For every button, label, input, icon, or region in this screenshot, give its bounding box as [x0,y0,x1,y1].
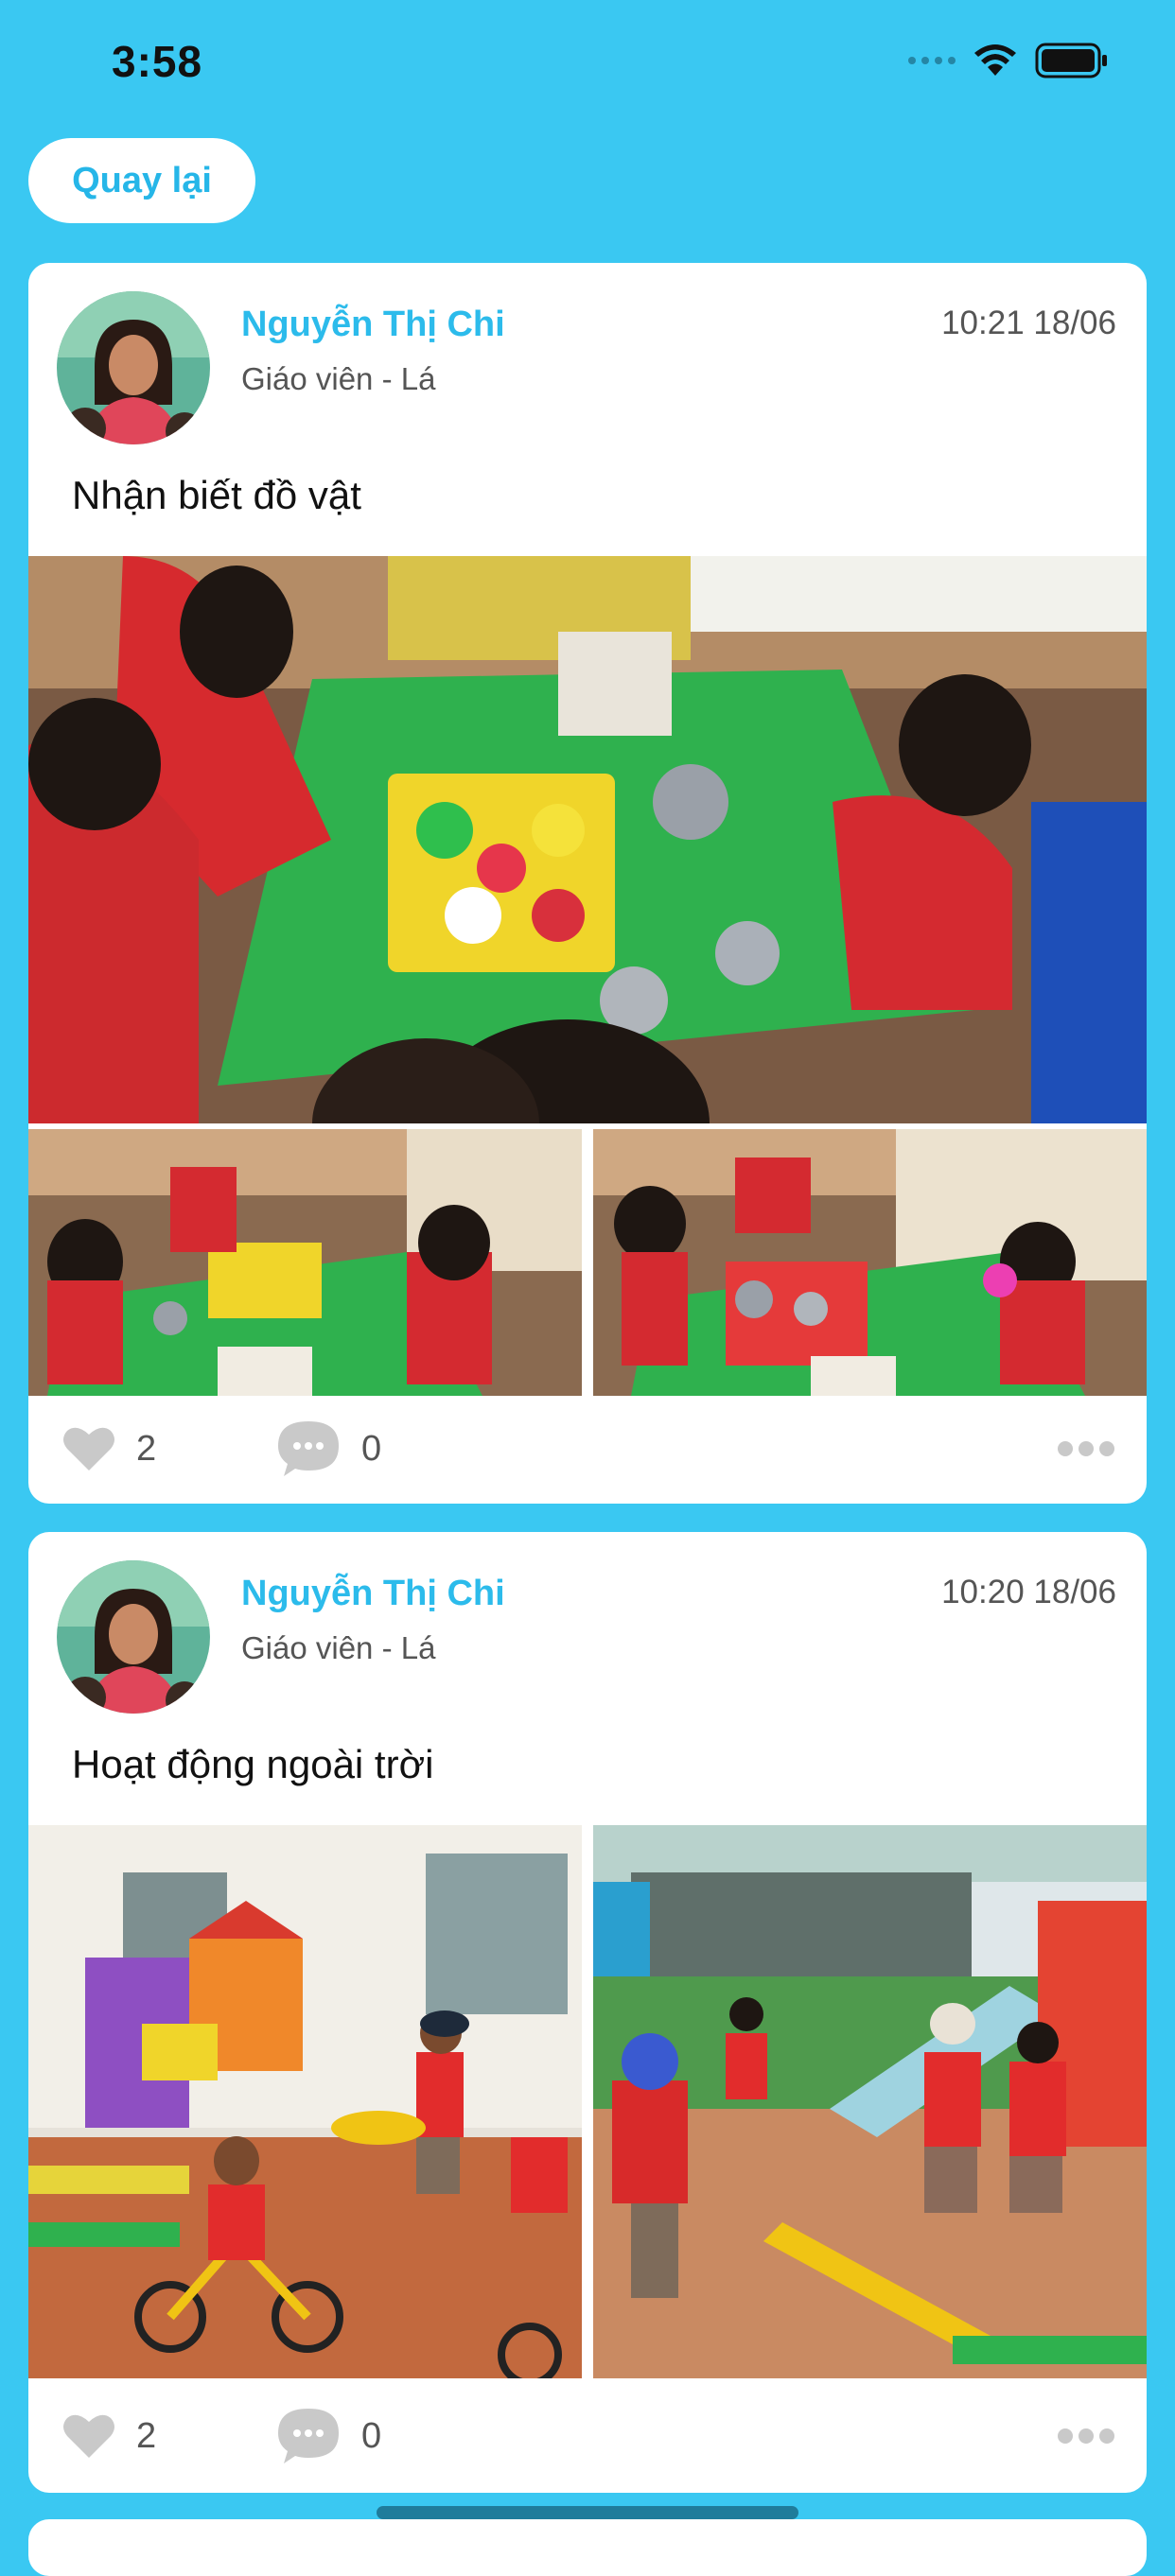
more-dots-icon [1058,1441,1114,1456]
like-count: 2 [136,1428,157,1469]
post-timestamp: 10:21 18/06 [941,305,1116,341]
signal-icon [908,57,956,64]
post-photo[interactable] [28,1129,582,1396]
comment-button[interactable]: 0 [276,2398,381,2474]
post-photo[interactable] [28,556,1147,1123]
avatar[interactable] [57,291,210,444]
post-card: Nguyễn Thị Chi Giáo viên - Lá 10:21 18/0… [28,263,1147,1504]
battery-icon [1035,43,1107,78]
comment-count: 0 [361,2415,382,2456]
post-photo[interactable] [593,1825,1147,2378]
author-name[interactable]: Nguyễn Thị Chi [241,1574,505,1614]
comment-button[interactable]: 0 [276,1411,381,1487]
avatar[interactable] [57,1560,210,1714]
more-options-button[interactable] [1056,2398,1116,2474]
like-button[interactable]: 2 [62,1411,156,1487]
post-actions: 2 0 [28,2398,1147,2474]
comment-bubble-icon [278,1421,339,1476]
back-button[interactable]: Quay lại [28,138,255,223]
comment-count: 0 [361,1428,382,1469]
author-name[interactable]: Nguyễn Thị Chi [241,305,505,345]
more-options-button[interactable] [1056,1411,1116,1487]
status-bar: 3:58 [0,0,1175,123]
status-time: 3:58 [112,37,203,86]
status-icons [908,42,1109,79]
comment-bubble-icon [278,2409,339,2463]
post-caption: Nhận biết đồ vật [72,473,361,517]
post-photo[interactable] [28,1825,582,2378]
more-dots-icon [1058,2428,1114,2444]
wifi-icon [974,44,1016,76]
like-count: 2 [136,2415,157,2456]
post-card-next [28,2519,1147,2576]
author-role: Giáo viên - Lá [241,361,436,396]
post-caption: Hoạt động ngoài trời [72,1742,434,1786]
author-role: Giáo viên - Lá [241,1630,436,1665]
like-button[interactable]: 2 [62,2398,156,2474]
post-actions: 2 0 [28,1411,1147,1487]
post-card: Nguyễn Thị Chi Giáo viên - Lá 10:20 18/0… [28,1532,1147,2493]
home-indicator[interactable] [377,2506,798,2519]
heart-icon [63,1427,114,1471]
post-photo[interactable] [593,1129,1147,1396]
post-timestamp: 10:20 18/06 [941,1574,1116,1610]
heart-icon [63,2414,114,2458]
